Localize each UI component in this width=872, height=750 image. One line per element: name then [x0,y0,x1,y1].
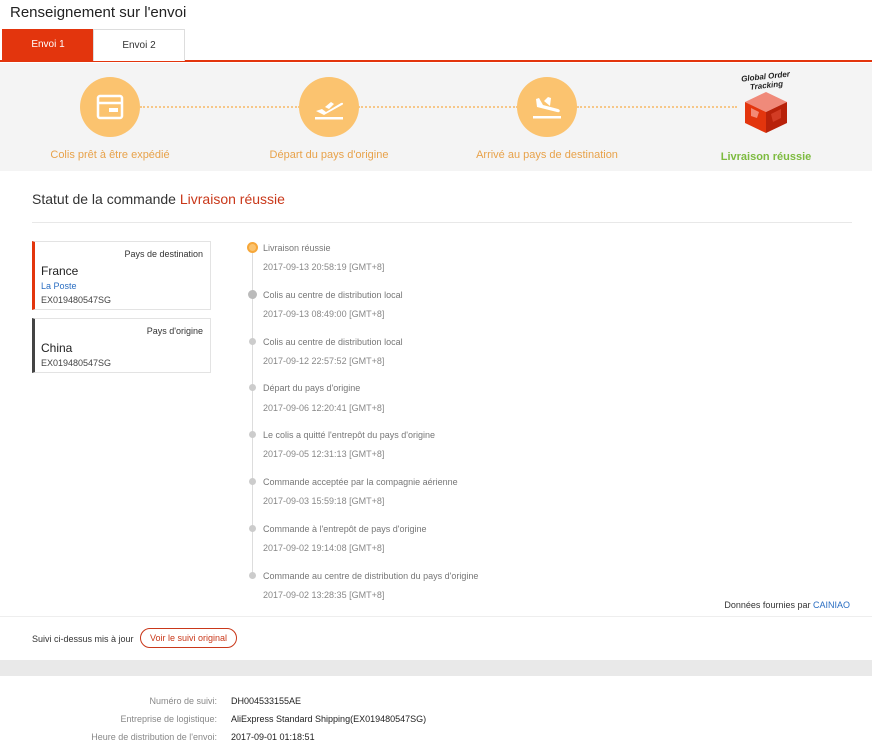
timeline-event: Colis au centre de distribution local [263,290,403,300]
timeline-time: 2017-09-03 15:59:18 [GMT+8] [263,496,385,506]
timeline-time: 2017-09-05 12:31:13 [GMT+8] [263,449,385,459]
timeline-time: 2017-09-12 22:57:52 [GMT+8] [263,356,385,366]
destination-country: France [41,264,79,278]
timeline-dot [248,290,257,299]
shipment-tabs: Envoi 1 Envoi 2 [0,29,872,62]
timeline-dot [249,431,256,438]
timeline-event: Colis au centre de distribution local [263,337,403,347]
timeline-event: Le colis a quitté l'entrepôt du pays d'o… [263,430,436,440]
timeline-event: Commande à l'entrepôt de pays d'origine [263,524,427,534]
shipping-progress: Colis prêt à être expédié Départ du pays… [0,63,872,171]
timeline-time: 2017-09-02 13:28:35 [GMT+8] [263,590,385,600]
destination-tracking-number: EX019480547SG [41,295,112,305]
step-label: Arrivé au pays de destination [476,149,618,161]
plane-takeoff-icon [299,77,359,137]
plane-landing-icon [517,77,577,137]
timeline-event: Livraison réussie [263,243,331,253]
step-departure: Départ du pays d'origine [229,63,429,161]
detail-value: DH004533155AE [231,696,302,706]
global-order-tracking-logo: Global Order Tracking [726,68,806,148]
detail-label: Entreprise de logistique: [120,714,217,724]
timeline-time: 2017-09-13 08:49:00 [GMT+8] [263,309,385,319]
divider [0,616,872,617]
detail-label: Heure de distribution de l'envoi: [91,732,217,742]
section-separator [0,660,872,676]
destination-card: Pays de destination France La Poste EX01… [32,241,211,310]
detail-label: Numéro de suivi: [149,696,217,706]
timeline-event: Commande acceptée par la compagnie aérie… [263,477,458,487]
view-original-tracking-button[interactable]: Voir le suivi original [140,628,237,648]
step-ready: Colis prêt à être expédié [10,63,210,161]
timeline-time: 2017-09-13 20:58:19 [GMT+8] [263,262,385,272]
timeline-time: 2017-09-06 12:20:41 [GMT+8] [263,403,385,413]
timeline-dot [249,384,256,391]
destination-label: Pays de destination [124,249,203,259]
timeline-dot [249,478,256,485]
origin-country: China [41,341,73,355]
timeline-event: Commande au centre de distribution du pa… [263,571,479,581]
data-source: Données fournies par CAINIAO [724,600,850,610]
order-status-heading: Statut de la commande Livraison réussie [32,191,285,207]
status-prefix: Statut de la commande [32,191,176,207]
delivered-icon [247,242,258,253]
origin-label: Pays d'origine [146,326,203,336]
tab-shipment-1[interactable]: Envoi 1 [2,29,94,61]
status-value: Livraison réussie [179,191,285,207]
origin-card: Pays d'origine China EX019480547SG [32,318,211,373]
page-title: Renseignement sur l'envoi [10,4,187,21]
detail-value: 2017-09-01 01:18:51 [231,732,315,742]
detail-value: AliExpress Standard Shipping(EX019480547… [231,714,427,724]
divider [32,222,852,223]
timeline-event: Départ du pays d'origine [263,383,361,393]
origin-tracking-number: EX019480547SG [41,358,112,368]
tab-shipment-2[interactable]: Envoi 2 [93,29,185,61]
timeline-time: 2017-09-02 19:14:08 [GMT+8] [263,543,385,553]
tracking-updated-text: Suivi ci-dessus mis à jour [32,634,134,644]
carrier-link[interactable]: La Poste [41,281,77,291]
step-arrival: Arrivé au pays de destination [447,63,647,161]
source-provider-link[interactable]: CAINIAO [813,600,850,610]
package-icon [80,77,140,137]
timeline-dot [249,572,256,579]
step-label: Départ du pays d'origine [269,149,389,161]
timeline-dot [249,525,256,532]
timeline-dot [249,338,256,345]
source-prefix: Données fournies par [724,600,811,610]
step-label: Livraison réussie [720,151,812,163]
step-label: Colis prêt à être expédié [50,149,170,161]
step-delivered: Global Order Tracking Livraison réussie [666,63,866,163]
